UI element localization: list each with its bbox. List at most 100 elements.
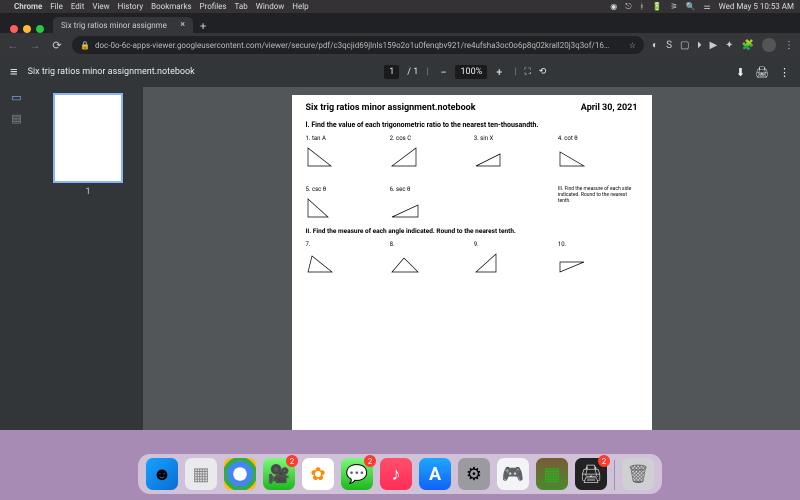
ext-icon-1[interactable]: ◐ (652, 40, 658, 51)
back-button[interactable]: ← (6, 39, 20, 52)
dock-app-photos[interactable]: ✿ (302, 458, 334, 490)
new-tab-button[interactable]: + (194, 20, 212, 33)
menubar-clock[interactable]: Wed May 5 10:53 AM (719, 2, 794, 11)
ext-icon-5[interactable]: ▶ (709, 40, 717, 51)
dock: ☻ ▦ 🎥2 ✿ 💬2 ♪ A ⚙ 🎮 ▦ 🖨2 🗑 (138, 454, 662, 494)
battery-icon[interactable]: 🔋 (652, 2, 662, 11)
record-icon[interactable]: ◉ (610, 2, 617, 11)
dock-app-messages[interactable]: 💬2 (341, 458, 373, 490)
pdf-body: ▭ ▤ 1 Six trig ratios minor assignment.n… (0, 87, 800, 430)
forward-button[interactable]: → (28, 39, 42, 52)
triangle-figure (558, 250, 588, 274)
tab-strip: Six trig ratios minor assignme × + (0, 13, 800, 33)
dock-app-chrome[interactable] (224, 458, 256, 490)
discord-icon: 🎮 (502, 464, 524, 485)
finder-icon: ☻ (153, 464, 172, 485)
chrome-window: Six trig ratios minor assignme × + ← → ⟳… (0, 13, 800, 430)
close-tab-icon[interactable]: × (180, 20, 185, 30)
extensions-puzzle-icon[interactable]: 🧩 (742, 40, 754, 51)
zoom-in-button[interactable]: + (492, 66, 506, 79)
close-window-button[interactable] (10, 25, 18, 33)
browser-tab[interactable]: Six trig ratios minor assignme × (53, 17, 193, 33)
minimize-window-button[interactable] (23, 25, 31, 33)
page-thumbnail-1[interactable] (53, 93, 123, 183)
dock-app-minecraft[interactable]: ▦ (536, 458, 568, 490)
print-icon[interactable]: 🖨 (755, 66, 769, 79)
extensions-row: ◐ S ▢ 🞂 ▶ ✦ 🧩 ⋮ (652, 38, 794, 52)
page-number-input[interactable]: 1 (384, 65, 399, 79)
q4-label: 4. cot θ (558, 135, 578, 142)
menu-bookmarks[interactable]: Bookmarks (151, 2, 191, 11)
page-total: / 1 (407, 67, 418, 77)
thumbnails-tab-icon[interactable]: ▭ (11, 91, 21, 104)
ext-icon-4[interactable]: 🞂 (697, 40, 701, 51)
triangle-figure (558, 144, 588, 168)
trash-icon: 🗑 (627, 464, 650, 485)
zoom-out-button[interactable]: − (436, 66, 450, 79)
minecraft-icon: ▦ (543, 464, 560, 485)
pdf-menu-icon[interactable]: ≡ (10, 64, 18, 80)
pdf-more-icon[interactable]: ⋮ (779, 66, 790, 79)
printer-icon: 🖨 (580, 464, 603, 485)
outline-tab-icon[interactable]: ▤ (11, 112, 21, 125)
menu-edit[interactable]: Edit (71, 2, 85, 11)
triangle-figure (306, 144, 336, 168)
profile-avatar-icon[interactable] (762, 38, 776, 52)
menu-window[interactable]: Window (256, 2, 285, 11)
q6-label: 6. sec θ (390, 186, 411, 193)
tab-title: Six trig ratios minor assignme (61, 21, 167, 30)
thumbnail-label: 1 (85, 187, 90, 197)
pdf-sidebar: ▭ ▤ (0, 87, 33, 430)
dock-app-discord[interactable]: 🎮 (497, 458, 529, 490)
appstore-icon: A (429, 464, 441, 485)
omnibox[interactable]: 🔒 doc-0o-6c-apps-viewer.googleuserconten… (72, 36, 644, 54)
ext-icon-6[interactable]: ✦ (725, 40, 733, 51)
dock-app-printer[interactable]: 🖨2 (575, 458, 607, 490)
dock-app-settings[interactable]: ⚙ (458, 458, 490, 490)
menu-file[interactable]: File (50, 2, 63, 11)
music-icon: ♪ (392, 464, 401, 485)
airdrop-icon[interactable]: ⎋ (625, 2, 631, 12)
pdf-page-area[interactable]: Six trig ratios minor assignment.noteboo… (143, 87, 800, 430)
facetime-icon: 🎥 (268, 464, 290, 485)
dock-trash[interactable]: 🗑 (622, 458, 654, 490)
messages-icon: 💬 (346, 464, 368, 485)
dock-app-facetime[interactable]: 🎥2 (263, 458, 295, 490)
wifi-icon[interactable]: ⚞ (670, 2, 677, 11)
q2-label: 2. cos C (390, 135, 412, 142)
triangle-figure (306, 250, 336, 274)
ext-icon-3[interactable]: ▢ (680, 40, 689, 51)
reload-button[interactable]: ⟳ (50, 39, 64, 52)
q7-label: 7. (306, 241, 311, 248)
dock-app-music[interactable]: ♪ (380, 458, 412, 490)
menu-view[interactable]: View (92, 2, 109, 11)
photos-icon: ✿ (310, 464, 325, 485)
printer-badge: 2 (598, 455, 610, 467)
lock-icon: 🔒 (80, 41, 90, 50)
pdf-toolbar: ≡ Six trig ratios minor assignment.noteb… (0, 57, 800, 87)
control-center-icon[interactable]: ⚌ (703, 2, 710, 11)
section-1-heading: I. Find the value of each trigonometric … (306, 121, 638, 129)
triangle-figure (390, 250, 420, 274)
q1-label: 1. tan A (306, 135, 326, 142)
rotate-icon[interactable]: ⟲ (539, 67, 547, 77)
menu-tab[interactable]: Tab (235, 2, 248, 11)
fullscreen-window-button[interactable] (36, 25, 44, 33)
bluetooth-icon[interactable]: ᚼ (640, 2, 645, 11)
dock-separator (614, 460, 615, 490)
chrome-menu-icon[interactable]: ⋮ (784, 40, 794, 51)
dock-app-finder[interactable]: ☻ (146, 458, 178, 490)
fit-page-icon[interactable]: ⛶ (524, 67, 530, 77)
spotlight-icon[interactable]: 🔍 (686, 2, 696, 11)
menu-profiles[interactable]: Profiles (200, 2, 227, 11)
menubar-app[interactable]: Chrome (14, 2, 42, 11)
download-icon[interactable]: ⬇ (736, 66, 745, 79)
dock-app-launchpad[interactable]: ▦ (185, 458, 217, 490)
bookmark-star-icon[interactable]: ☆ (629, 41, 636, 50)
ext-icon-2[interactable]: S (666, 40, 672, 51)
menu-help[interactable]: Help (292, 2, 308, 11)
menu-history[interactable]: History (118, 2, 143, 11)
doc-title: Six trig ratios minor assignment.noteboo… (306, 103, 476, 113)
dock-app-appstore[interactable]: A (419, 458, 451, 490)
zoom-level[interactable]: 100% (455, 65, 487, 79)
